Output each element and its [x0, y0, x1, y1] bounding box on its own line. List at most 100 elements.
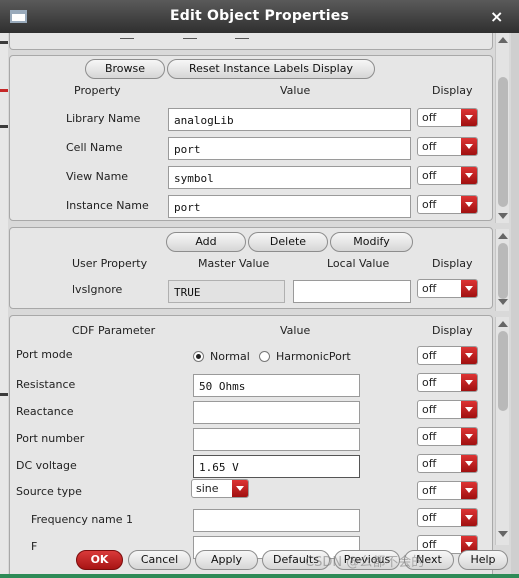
instance-name-display-select[interactable]: off — [417, 195, 478, 214]
source-type-select[interactable]: sine — [191, 479, 249, 498]
scrollbar-thumb[interactable] — [498, 331, 508, 411]
scrolled-section — [9, 33, 493, 50]
port-mode-normal-radio[interactable] — [193, 351, 204, 362]
view-name-label: View Name — [66, 170, 129, 183]
master-value-header: Master Value — [198, 257, 270, 270]
dropdown-arrow-icon — [461, 374, 477, 391]
taskbar-strip — [0, 574, 519, 578]
dropdown-arrow-icon — [461, 347, 477, 364]
dropdown-arrow-icon — [461, 509, 477, 526]
reactance-display-select[interactable]: off — [417, 400, 478, 419]
lvsignore-master-value: TRUE — [168, 280, 285, 303]
port-mode-display-select[interactable]: off — [417, 346, 478, 365]
cdf-scrollbar[interactable] — [495, 317, 509, 545]
user-properties-panel: Add Delete Modify User Property Master V… — [9, 227, 493, 309]
source-type-value: sine — [196, 482, 219, 495]
property-column-header: Property — [74, 84, 121, 97]
reactance-field[interactable] — [193, 401, 360, 424]
display-value: off — [422, 282, 437, 295]
add-button[interactable]: Add — [166, 232, 246, 252]
display-column-header: Display — [432, 84, 473, 97]
dropdown-arrow-icon — [461, 109, 477, 126]
display-value: off — [422, 484, 437, 497]
lvsignore-display-select[interactable]: off — [417, 279, 478, 298]
resistance-display-select[interactable]: off — [417, 373, 478, 392]
view-name-field[interactable]: symbol — [168, 166, 411, 189]
help-button[interactable]: Help — [458, 550, 508, 570]
background-window-edge — [0, 33, 8, 578]
display-value: off — [422, 111, 437, 124]
scroll-down-icon[interactable] — [498, 299, 508, 305]
dropdown-arrow-icon — [232, 480, 248, 497]
display-value: off — [422, 349, 437, 362]
port-mode-label: Port mode — [16, 348, 73, 361]
browse-button[interactable]: Browse — [85, 59, 165, 79]
background-window-edge-right — [511, 33, 519, 578]
close-icon[interactable]: × — [490, 7, 503, 26]
port-mode-harmonic-radio[interactable] — [259, 351, 270, 362]
value-column-header: Value — [280, 324, 311, 337]
display-value: off — [422, 140, 437, 153]
scrollbar-thumb[interactable] — [498, 243, 508, 299]
value-column-header: Value — [280, 84, 311, 97]
scroll-down-icon[interactable] — [498, 213, 508, 219]
instance-name-field[interactable]: port — [168, 195, 411, 218]
modify-button[interactable]: Modify — [330, 232, 413, 252]
scroll-up-icon[interactable] — [498, 233, 508, 239]
properties-panel: Browse Reset Instance Labels Display Pro… — [9, 55, 493, 221]
frequency-name-1-label: Frequency name 1 — [31, 513, 134, 526]
window-title: Edit Object Properties — [170, 8, 349, 24]
display-value: off — [422, 403, 437, 416]
dropdown-arrow-icon — [461, 455, 477, 472]
library-name-field[interactable]: analogLib — [168, 108, 411, 131]
display-column-header: Display — [432, 324, 473, 337]
cdf-parameters-panel: CDF Parameter Value Display Port mode No… — [9, 315, 493, 578]
cell-name-field[interactable]: port — [168, 137, 411, 160]
cancel-button[interactable]: Cancel — [128, 550, 191, 570]
scroll-down-icon[interactable] — [498, 531, 508, 537]
local-value-header: Local Value — [327, 257, 390, 270]
ok-button[interactable]: OK — [76, 550, 123, 570]
lvsignore-label: lvsIgnore — [72, 283, 123, 296]
library-name-label: Library Name — [66, 112, 141, 125]
title-bar[interactable]: Edit Object Properties × — [0, 0, 519, 33]
frequency-name-1-field[interactable] — [193, 509, 360, 532]
watermark: CSDN @么都不会的 — [305, 555, 425, 570]
user-properties-scrollbar[interactable] — [495, 229, 509, 311]
scroll-up-icon[interactable] — [498, 37, 508, 43]
delete-button[interactable]: Delete — [248, 232, 328, 252]
cell-name-display-select[interactable]: off — [417, 137, 478, 156]
dropdown-arrow-icon — [461, 196, 477, 213]
resistance-field[interactable]: 50 Ohms — [193, 374, 360, 397]
display-value: off — [422, 169, 437, 182]
port-number-label: Port number — [16, 432, 85, 445]
port-number-field[interactable] — [193, 428, 360, 451]
display-value: off — [422, 511, 437, 524]
port-mode-harmonic-label: HarmonicPort — [276, 350, 351, 363]
frequency-name-1-display-select[interactable]: off — [417, 508, 478, 527]
dc-voltage-display-select[interactable]: off — [417, 454, 478, 473]
dropdown-arrow-icon — [461, 280, 477, 297]
cell-name-label: Cell Name — [66, 141, 123, 154]
scroll-up-icon[interactable] — [498, 321, 508, 327]
display-value: off — [422, 198, 437, 211]
dc-voltage-field[interactable]: 1.65 V — [193, 455, 360, 478]
scrollbar-thumb[interactable] — [498, 77, 508, 207]
display-column-header: Display — [432, 257, 473, 270]
dropdown-arrow-icon — [461, 401, 477, 418]
library-name-display-select[interactable]: off — [417, 108, 478, 127]
dropdown-arrow-icon — [461, 482, 477, 499]
properties-scrollbar[interactable] — [495, 33, 509, 223]
instance-name-label: Instance Name — [66, 199, 149, 212]
port-mode-normal-label: Normal — [210, 350, 250, 363]
lvsignore-local-value-field[interactable] — [293, 280, 411, 303]
apply-button[interactable]: Apply — [195, 550, 258, 570]
reset-labels-button[interactable]: Reset Instance Labels Display — [167, 59, 375, 79]
dropdown-arrow-icon — [461, 428, 477, 445]
display-value: off — [422, 376, 437, 389]
port-number-display-select[interactable]: off — [417, 427, 478, 446]
source-type-display-select[interactable]: off — [417, 481, 478, 500]
cdf-parameter-header: CDF Parameter — [72, 324, 156, 337]
view-name-display-select[interactable]: off — [417, 166, 478, 185]
resistance-label: Resistance — [16, 378, 76, 391]
